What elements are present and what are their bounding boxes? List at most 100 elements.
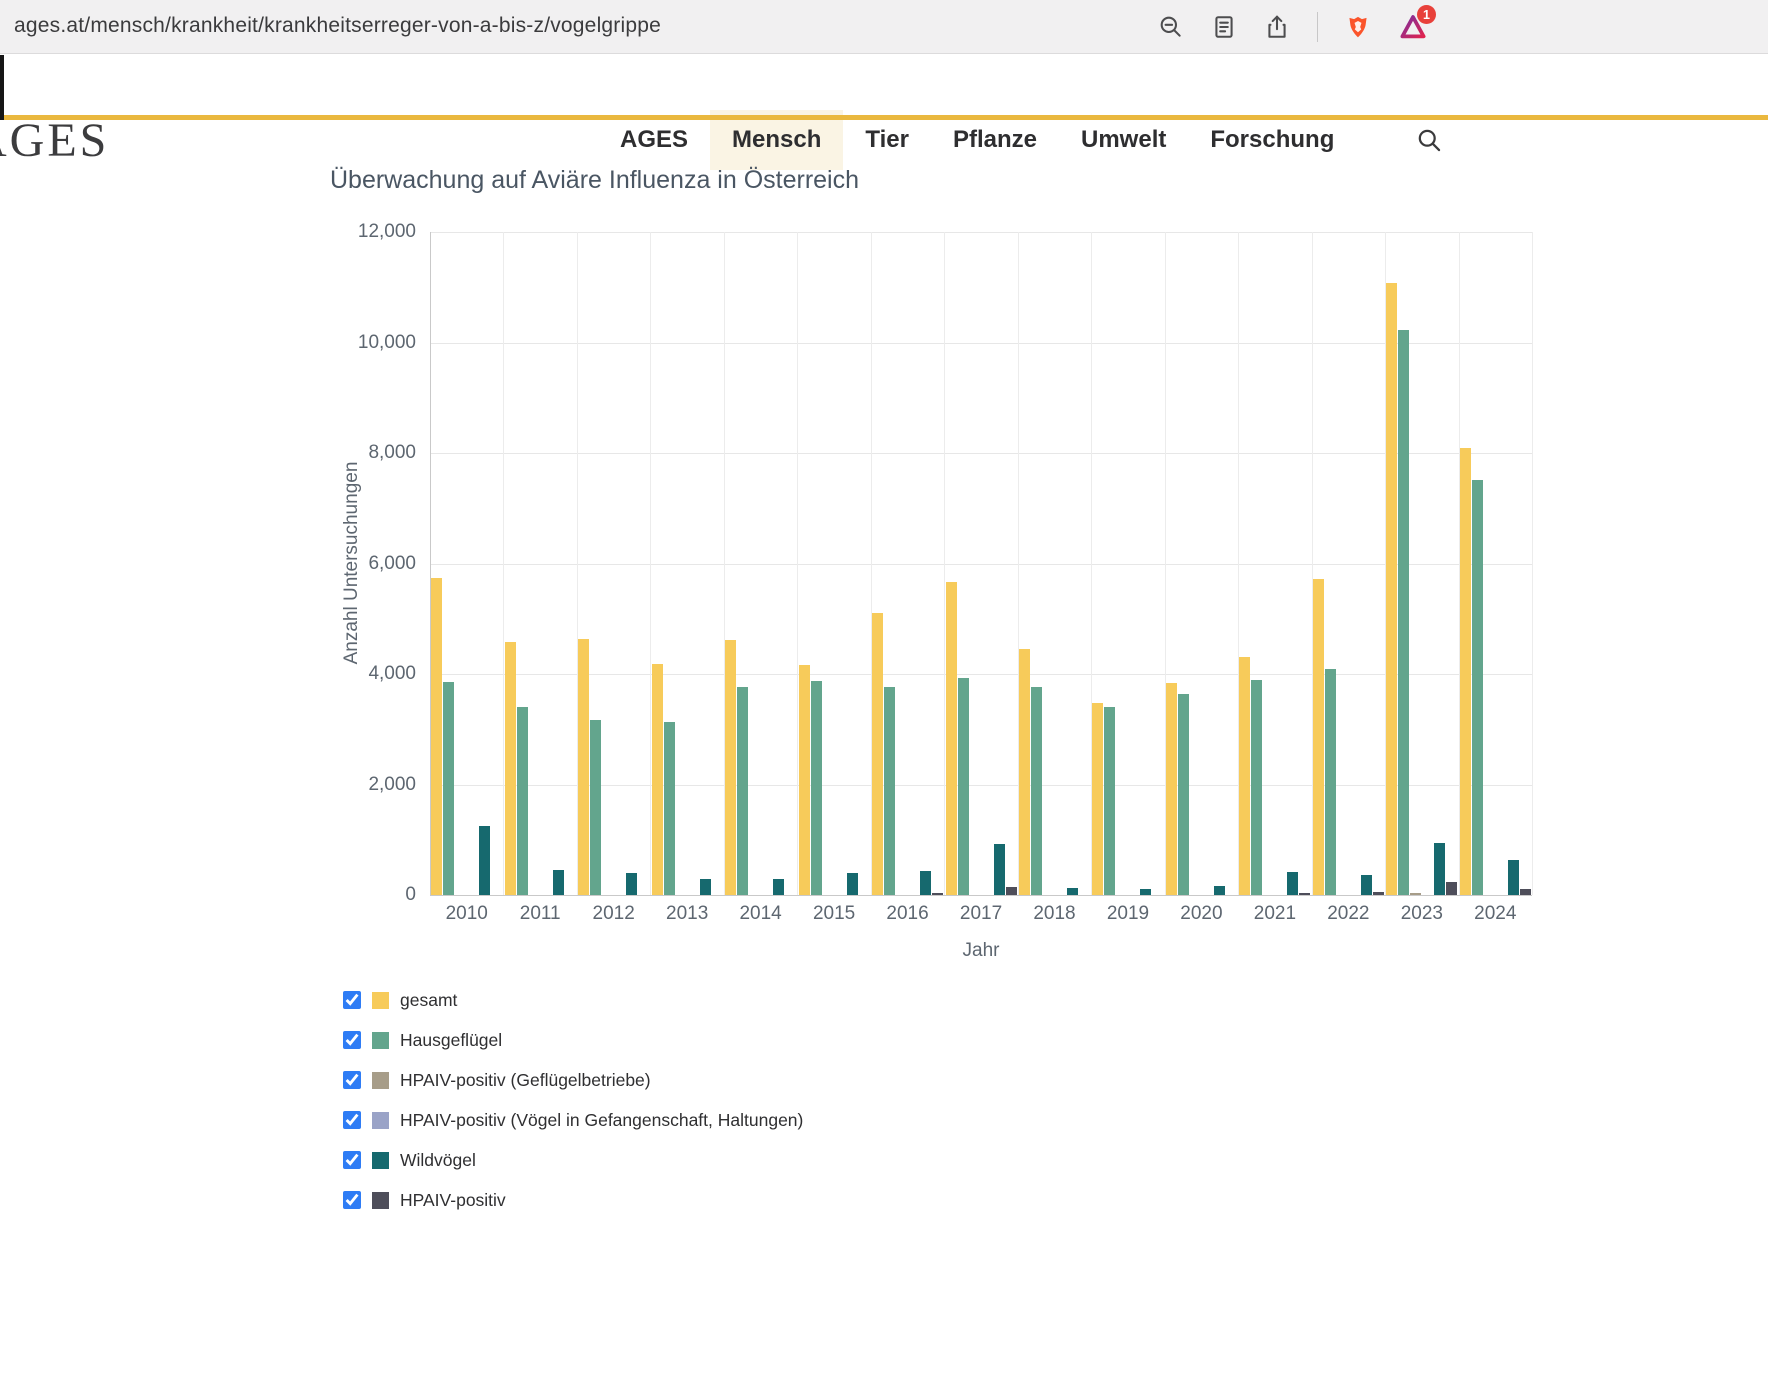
bar-Hausgeflügel[interactable]: [663, 721, 675, 895]
bar-Wildvögel[interactable]: [1140, 889, 1152, 895]
zoom-out-icon[interactable]: [1158, 14, 1184, 40]
bar-gesamt[interactable]: [1239, 657, 1251, 895]
legend-item[interactable]: HPAIV-positiv (Vögel in Gefangenschaft, …: [343, 1108, 803, 1132]
bar-Hausgeflügel[interactable]: [1251, 680, 1263, 895]
bar-Hausgeflügel[interactable]: [516, 707, 528, 895]
notification-badge: 1: [1417, 5, 1436, 24]
bar-Wildvögel[interactable]: [1213, 885, 1225, 895]
legend-item[interactable]: HPAIV-positiv: [343, 1188, 803, 1212]
bar-Wildvögel[interactable]: [1507, 860, 1519, 895]
x-axis-tick-label: 2010: [445, 903, 488, 924]
bar-Wildvögel[interactable]: [1287, 871, 1299, 895]
bar-Wildvögel[interactable]: [773, 878, 785, 895]
legend-checkbox[interactable]: [343, 1031, 361, 1049]
bar-gesamt[interactable]: [431, 578, 443, 895]
bar-gesamt[interactable]: [945, 581, 957, 895]
legend-checkbox[interactable]: [343, 991, 361, 1009]
bar-HPAIV-positiv[interactable]: [932, 893, 944, 895]
bar-Hausgeflügel[interactable]: [443, 682, 455, 895]
bar-Hausgeflügel[interactable]: [737, 687, 749, 895]
x-axis-tick-label: 2020: [1180, 903, 1223, 924]
legend-checkbox[interactable]: [343, 1111, 361, 1129]
bar-group-2018: [1018, 232, 1091, 895]
legend-item[interactable]: gesamt: [343, 988, 803, 1012]
bar-gesamt[interactable]: [1165, 682, 1177, 895]
reader-mode-icon[interactable]: [1211, 14, 1237, 40]
chart-title: Überwachung auf Aviäre Influenza in Öste…: [330, 166, 860, 194]
bar-gesamt[interactable]: [578, 638, 590, 895]
legend-swatch: [372, 1191, 389, 1209]
bar-Hausgeflügel[interactable]: [884, 687, 896, 895]
bar-Hausgeflügel[interactable]: [590, 720, 602, 895]
legend-swatch: [372, 1151, 389, 1169]
bar-group-2017: [944, 232, 1017, 895]
bar-gesamt[interactable]: [504, 641, 516, 895]
bar-HPAIV-positiv[interactable]: [1372, 892, 1384, 895]
bar-gesamt[interactable]: [1092, 703, 1104, 895]
y-axis-tick-label: 2,000: [368, 773, 416, 795]
legend-swatch: [372, 991, 389, 1009]
x-axis-tick-label: 2015: [812, 903, 856, 924]
bar-Wildvögel[interactable]: [846, 873, 858, 895]
browser-url-bar[interactable]: ages.at/mensch/krankheit/krankheitserreg…: [0, 0, 1768, 54]
bar-gesamt[interactable]: [1459, 448, 1471, 895]
x-axis-tick-label: 2014: [739, 903, 782, 924]
bar-Hausgeflügel[interactable]: [1398, 329, 1410, 895]
legend-swatch: [372, 1031, 389, 1049]
bar-group-2016: [871, 232, 944, 895]
x-axis-tick-label: 2018: [1033, 903, 1076, 924]
legend-checkbox[interactable]: [343, 1191, 361, 1209]
plot-area: 0 2,000 4,000 6,000 8,000 10,000 12,000: [358, 221, 1533, 905]
bar-Wildvögel[interactable]: [552, 870, 564, 895]
bar-Wildvögel[interactable]: [1360, 875, 1372, 895]
bar-gesamt[interactable]: [798, 665, 810, 895]
bar-Hausgeflügel[interactable]: [810, 681, 822, 895]
bar-Hausgeflügel[interactable]: [1030, 687, 1042, 895]
bar-group-2024: [1459, 232, 1532, 895]
x-axis-ticks: 2010 2011 2012 2013 2014 2015 2016 2017 2018 2019…: [430, 903, 1532, 925]
brave-shield-icon[interactable]: [1345, 14, 1371, 40]
bar-gesamt[interactable]: [1018, 649, 1030, 895]
bar-Wildvögel[interactable]: [699, 878, 711, 895]
bar-Wildvögel[interactable]: [920, 871, 932, 895]
legend-checkbox[interactable]: [343, 1071, 361, 1089]
legend-item[interactable]: Hausgeflügel: [343, 1028, 803, 1052]
share-icon[interactable]: [1264, 14, 1290, 40]
bar-gesamt[interactable]: [651, 664, 663, 895]
bar-HPAIV-positiv[interactable]: [1005, 886, 1017, 895]
legend-item[interactable]: Wildvögel: [343, 1148, 803, 1172]
legend-checkbox[interactable]: [343, 1151, 361, 1169]
bar-group-2014: [724, 232, 797, 895]
bar-Wildvögel[interactable]: [479, 825, 491, 895]
chart-legend: gesamt Hausgeflügel HPAIV-positiv (Geflüge…: [343, 988, 803, 1228]
extension-triangle-icon[interactable]: 1: [1398, 5, 1436, 42]
x-axis-tick-label: 2012: [592, 903, 635, 924]
bar-Wildvögel[interactable]: [626, 873, 638, 895]
bar-Hausgeflügel[interactable]: [957, 677, 969, 895]
bar-gesamt[interactable]: [872, 612, 884, 895]
bar-HPAIV-positiv[interactable]: [1446, 882, 1458, 895]
bar-Wildvögel[interactable]: [993, 843, 1005, 895]
bar-HPAIV-positiv (Geflügelbetriebe)[interactable]: [1410, 892, 1422, 895]
bar-group-2022: [1312, 232, 1385, 895]
bar-Hausgeflügel[interactable]: [1177, 693, 1189, 895]
url-text[interactable]: ages.at/mensch/krankheit/krankheitserreg…: [14, 14, 661, 38]
gridline-vertical: [1532, 232, 1533, 895]
bar-Hausgeflügel[interactable]: [1104, 707, 1116, 895]
bar-gesamt[interactable]: [1386, 282, 1398, 895]
site-header: AGES AGES Mensch Tier Pflanze Umwelt For…: [0, 55, 1768, 170]
bar-Wildvögel[interactable]: [1066, 887, 1078, 895]
bar-groups: [430, 232, 1532, 895]
bar-Hausgeflügel[interactable]: [1324, 669, 1336, 895]
bar-HPAIV-positiv[interactable]: [1299, 893, 1311, 895]
bar-Wildvögel[interactable]: [1434, 842, 1446, 895]
bar-Hausgeflügel[interactable]: [1471, 480, 1483, 895]
bar-gesamt[interactable]: [725, 639, 737, 895]
legend-label: HPAIV-positiv (Geflügelbetriebe): [400, 1069, 651, 1090]
y-axis-tick-label: 10,000: [357, 331, 416, 353]
x-axis-tick-label: 2019: [1106, 903, 1150, 924]
bar-HPAIV-positiv[interactable]: [1519, 888, 1531, 895]
browser-toolbar-icons: 1: [1158, 0, 1436, 54]
bar-gesamt[interactable]: [1312, 578, 1324, 895]
legend-item[interactable]: HPAIV-positiv (Geflügelbetriebe): [343, 1068, 803, 1092]
